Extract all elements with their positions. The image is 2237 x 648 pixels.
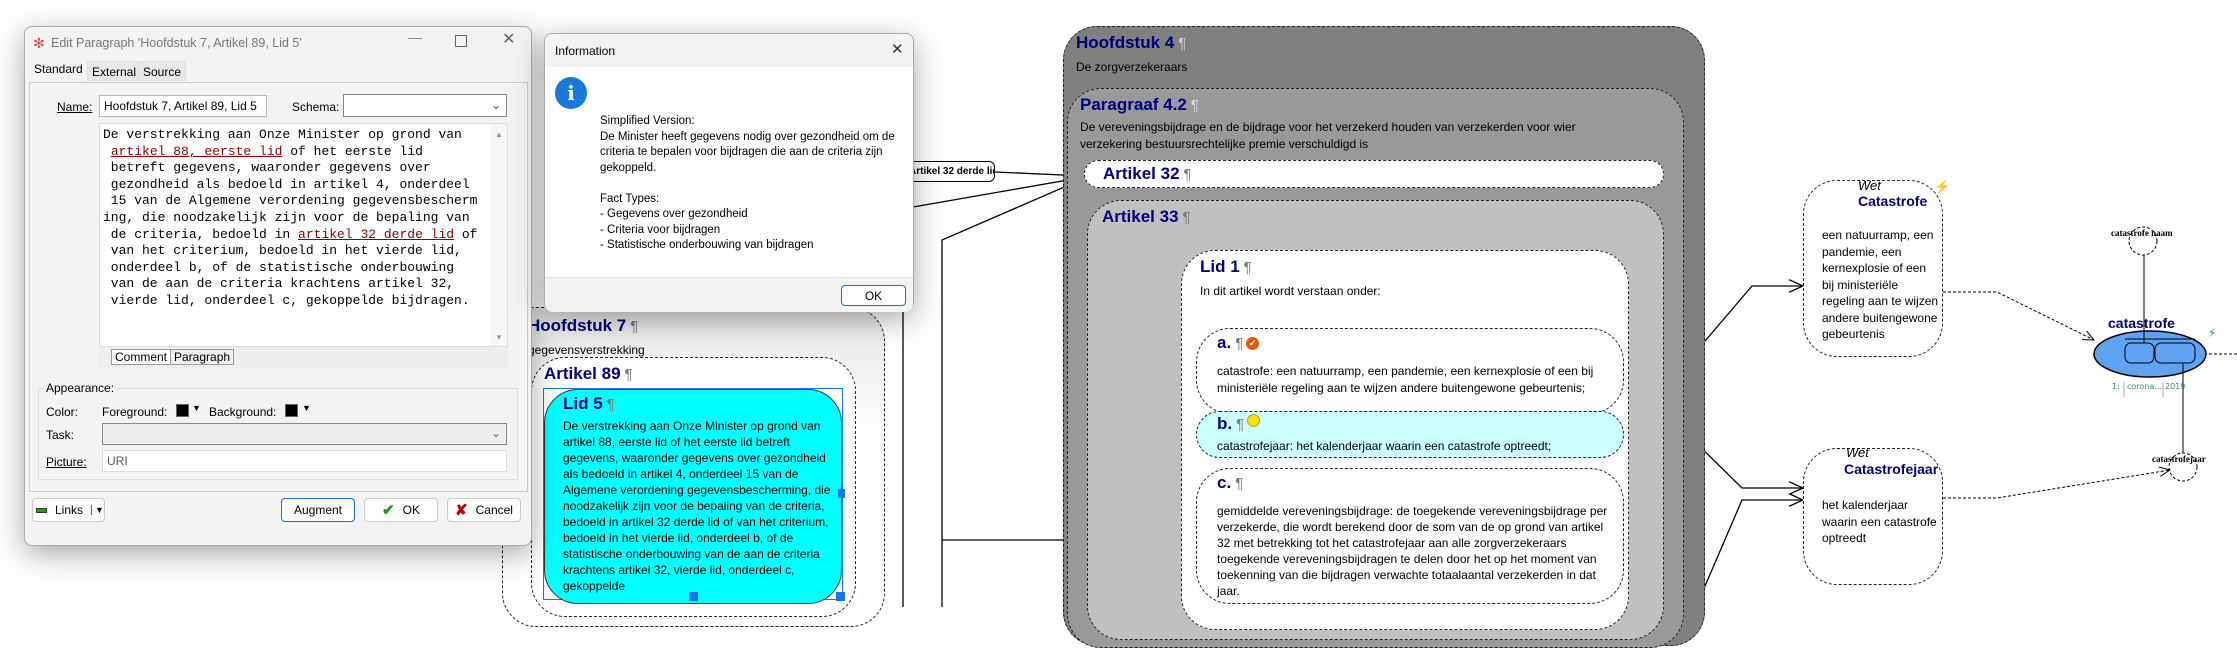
population-cell: 2019 [2165, 382, 2186, 391]
tab-external[interactable]: External [87, 61, 142, 81]
name-input[interactable]: Hoofdstuk 7, Artikel 89, Lid 5 [99, 95, 267, 117]
line-text: van het criterium, bedoeld in het vierde… [103, 243, 462, 259]
line-text: onderdeel b, of de statistische onderbou… [103, 259, 455, 275]
line-text: gezondheid als bedoeld in artikel 4, ond… [103, 176, 470, 192]
links-button[interactable]: Links ▼ [32, 498, 105, 522]
foreground-label: Foreground: [102, 405, 168, 419]
line-text [103, 144, 111, 159]
hyperlink[interactable]: artikel 32 derde lid [298, 227, 454, 242]
info-line: - Statistische onderbouwing van bijdrage… [600, 239, 814, 251]
editor-line: De verstrekking aan Onze Minister op gro… [103, 127, 477, 144]
role-box [2154, 342, 2196, 364]
info-line: - Criteria voor bijdragen [600, 223, 721, 236]
maximize-button[interactable] [455, 35, 467, 47]
editor-line: van de aan de criteria krachtens artikel… [103, 276, 477, 293]
role-label-jaar: catastrofejaar [2152, 454, 2206, 464]
dialog-title: Edit Paragraph 'Hoofdstuk 7, Artikel 89,… [51, 36, 302, 50]
info-line: Simplified Version: [600, 115, 695, 127]
scroll-up-icon[interactable]: ▲ [491, 130, 507, 139]
line-text: ing, die noodzakelijk zijn voor de bepal… [103, 209, 470, 225]
foreground-dropdown-icon[interactable]: ▼ [192, 403, 201, 413]
chevron-down-icon: ⌄ [490, 426, 501, 440]
links-label: Links [55, 503, 84, 517]
line-text: van de aan de criteria krachtens artikel… [103, 276, 455, 292]
line-text: of het eerste lid [282, 143, 423, 159]
editor-line: ing, die noodzakelijk zijn voor de bepal… [103, 210, 477, 227]
task-select[interactable]: ⌄ [102, 423, 507, 445]
schema-select[interactable]: ⌄ [343, 94, 507, 117]
info-line: criteria te bepalen voor bijdragen die a… [600, 146, 883, 158]
lightning-icon: ⚡ [2208, 326, 2217, 340]
schema-label: Schema: [292, 100, 340, 114]
foreground-color-swatch[interactable] [176, 404, 189, 417]
editor-line: artikel 88, eerste lid of het eerste lid [103, 144, 477, 161]
line-text: vierde lid, onderdeel c, gekoppelde bijd… [103, 292, 470, 308]
paragraph-text-editor[interactable]: De verstrekking aan Onze Minister op gro… [99, 123, 508, 347]
cancel-button[interactable]: ✘ Cancel [447, 498, 521, 522]
close-button[interactable]: ✕ [891, 40, 904, 58]
population-cell: corona... [2127, 382, 2162, 391]
info-line: gekoppeld. [600, 161, 657, 174]
editor-subtabs: Comment Paragraph [99, 347, 508, 369]
tab-source[interactable]: Source [138, 61, 187, 81]
subtab-paragraph[interactable]: Paragraph [170, 349, 235, 365]
subtab-comment[interactable]: Comment [111, 349, 172, 365]
checkmark-icon: ✔ [382, 502, 395, 519]
scrollbar[interactable]: ▲ ▼ [491, 124, 507, 346]
line-text: 15 van de Algemene verordening gegevensb… [103, 193, 478, 209]
close-button[interactable]: ✕ [502, 29, 515, 49]
information-dialog: Information ✕ i Simplified Version: De Mi… [544, 33, 914, 312]
info-line: - Gegevens over gezondheid [600, 208, 748, 220]
info-dialog-title: Information [555, 44, 616, 58]
links-icon [36, 507, 47, 513]
edit-paragraph-dialog: ✻ Edit Paragraph 'Hoofdstuk 7, Artikel 8… [24, 26, 532, 546]
editor-line: onderdeel b, of de statistische onderbou… [103, 260, 477, 277]
editor-line: 15 van de Algemene verordening gegevensb… [103, 193, 478, 210]
info-line: Fact Types: [600, 192, 660, 205]
picture-input[interactable]: URI [102, 450, 507, 472]
links-dropdown-icon[interactable]: ▼ [91, 505, 104, 515]
editor-line: betreft gegevens, waaronder gegevens ove… [103, 160, 477, 177]
line-text: De verstrekking aan Onze Minister op gro… [103, 127, 462, 142]
background-label: Background: [209, 405, 277, 419]
background-color-swatch[interactable] [285, 404, 298, 417]
role-box [2124, 342, 2155, 364]
info-ok-button[interactable]: OK [841, 285, 906, 306]
app-icon: ✻ [33, 35, 45, 51]
info-line: De Minister heeft gegevens nodig over ge… [600, 130, 895, 143]
editor-line: de criteria, bedoeld in artikel 32 derde… [103, 226, 478, 244]
ok-button[interactable]: ✔ OK [364, 498, 438, 522]
name-label: Name: [57, 100, 93, 114]
chevron-down-icon: ⌄ [490, 98, 501, 112]
scroll-down-icon[interactable]: ▼ [491, 333, 507, 342]
info-icon: i [555, 77, 587, 109]
line-text: of [454, 226, 478, 242]
editor-line: van het criterium, bedoeld in het vierde… [103, 243, 477, 260]
fact-type-title: catastrofe [2108, 315, 2175, 331]
line-text: de criteria, bedoeld in [103, 226, 299, 242]
population-row-label: 1: [2112, 382, 2120, 391]
hyperlink[interactable]: artikel 88, eerste lid [111, 144, 283, 159]
augment-button[interactable]: Augment [281, 498, 355, 522]
background-dropdown-icon[interactable]: ▼ [302, 403, 311, 413]
minimize-button[interactable]: — [408, 29, 422, 45]
task-label: Task: [46, 428, 75, 442]
cancel-label: Cancel [475, 503, 513, 517]
cross-icon: ✘ [455, 502, 468, 519]
info-line [600, 176, 895, 192]
line-text: betreft gegevens, waaronder gegevens ove… [103, 160, 431, 176]
editor-line: gezondheid als bedoeld in artikel 4, ond… [103, 177, 477, 194]
tab-standard[interactable]: Standard [28, 60, 89, 80]
role-label-naam: catastrofe naam [2111, 228, 2173, 238]
ok-label: OK [402, 503, 420, 517]
editor-line: vierde lid, onderdeel c, gekoppelde bijd… [103, 293, 477, 310]
color-label: Color: [46, 405, 79, 419]
appearance-label: Appearance: [44, 381, 117, 395]
info-message: Simplified Version: De Minister heeft geg… [600, 114, 895, 254]
picture-label: Picture: [46, 455, 87, 469]
